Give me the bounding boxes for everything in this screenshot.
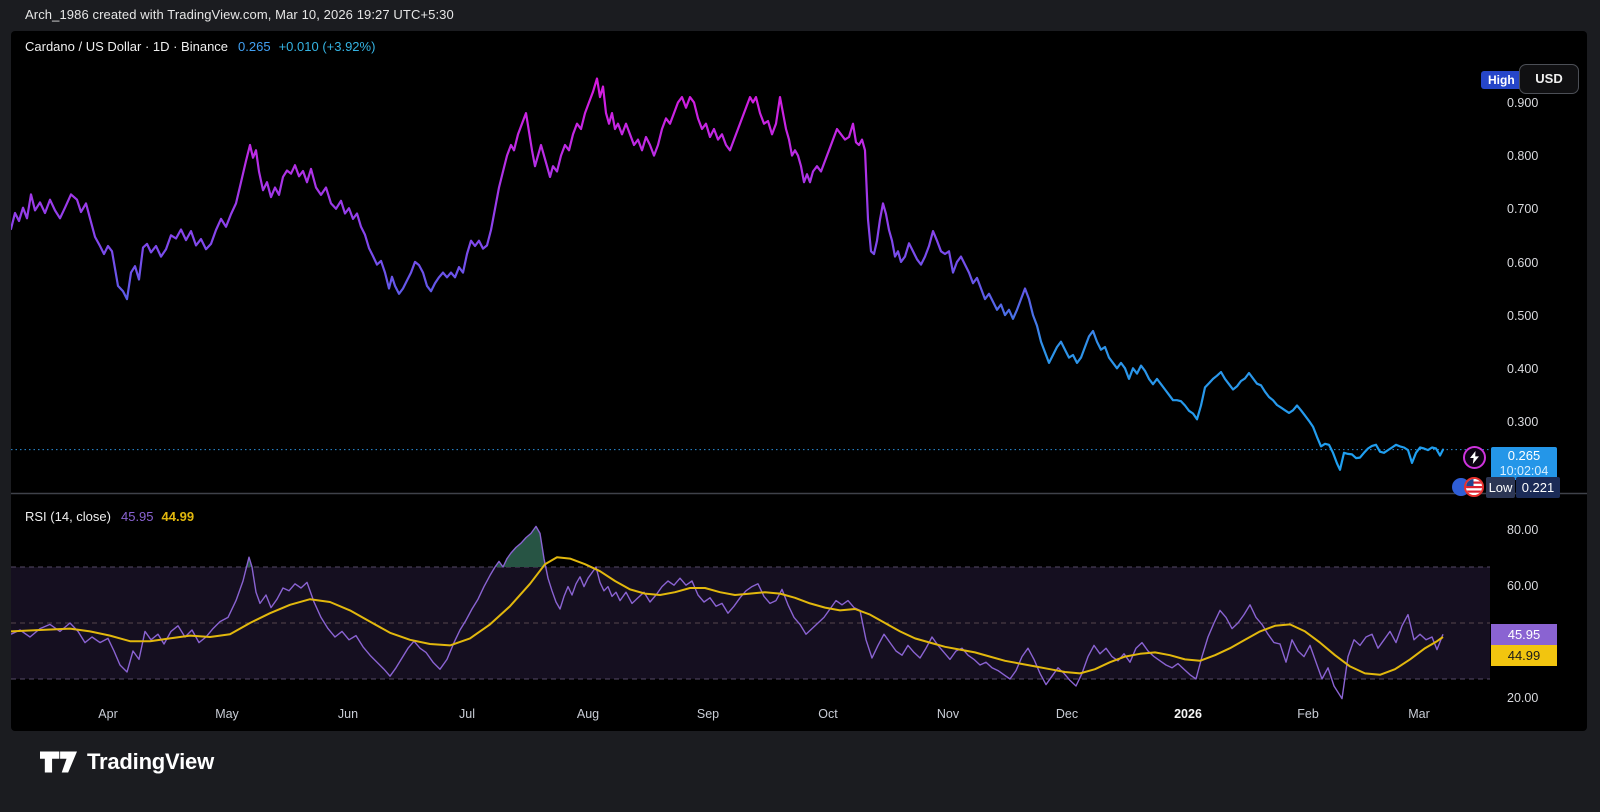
current-price-value: 0.265 bbox=[1491, 447, 1557, 464]
symbol-change: +0.010 (+3.92%) bbox=[279, 39, 376, 54]
time-tick-label: Sep bbox=[697, 707, 719, 721]
time-tick-label: Jun bbox=[338, 707, 358, 721]
price-line-series bbox=[11, 79, 1443, 470]
symbol-last-price: 0.265 bbox=[238, 39, 271, 54]
day-low-label: Low bbox=[1486, 477, 1515, 498]
time-tick-label: May bbox=[215, 707, 239, 721]
time-tick-label: Nov bbox=[937, 707, 959, 721]
currency-toggle-button[interactable]: USD bbox=[1519, 64, 1579, 94]
price-tick-label: 0.400 bbox=[1507, 362, 1538, 376]
attribution-bar: Arch_1986 created with TradingView.com, … bbox=[0, 0, 1600, 31]
time-tick-label: 2026 bbox=[1174, 707, 1202, 721]
price-tick-label: 0.900 bbox=[1507, 96, 1538, 110]
lightning-glyph bbox=[1469, 451, 1480, 464]
rsi-overbought-fill bbox=[247, 526, 597, 567]
price-tick-label: 0.300 bbox=[1507, 415, 1538, 429]
time-tick-label: Feb bbox=[1297, 707, 1319, 721]
rsi-ma-value: 44.99 bbox=[162, 509, 195, 524]
rsi-tick-label: 60.00 bbox=[1507, 579, 1538, 593]
time-tick-label: Apr bbox=[98, 707, 117, 721]
rsi-indicator-title[interactable]: RSI (14, close) bbox=[25, 509, 111, 524]
time-tick-label: Oct bbox=[818, 707, 837, 721]
time-tick-label: Dec bbox=[1056, 707, 1078, 721]
rsi-legend: RSI (14, close) 45.95 44.99 bbox=[25, 509, 194, 524]
price-tick-label: 0.800 bbox=[1507, 149, 1538, 163]
time-tick-label: Mar bbox=[1408, 707, 1430, 721]
rsi-tick-label: 80.00 bbox=[1507, 523, 1538, 537]
symbol-legend: Cardano / US Dollar · 1D · Binance 0.265 +… bbox=[25, 39, 375, 54]
rsi-tick-label: 20.00 bbox=[1507, 691, 1538, 705]
us-flag-event-icon[interactable] bbox=[1464, 477, 1484, 497]
time-tick-label: Jul bbox=[459, 707, 475, 721]
attribution-text: Arch_1986 created with TradingView.com, … bbox=[25, 7, 454, 22]
time-tick-label: Aug bbox=[577, 707, 599, 721]
day-low-value: 0.221 bbox=[1516, 477, 1560, 498]
price-tick-label: 0.700 bbox=[1507, 202, 1538, 216]
tradingview-logo-text: TradingView bbox=[87, 749, 214, 775]
rsi-axis-badge: 45.95 bbox=[1491, 624, 1557, 645]
tradingview-logo[interactable]: TradingView bbox=[40, 745, 214, 779]
current-price-label[interactable]: 0.265 10:02:04 bbox=[1491, 447, 1557, 480]
price-tick-label: 0.600 bbox=[1507, 256, 1538, 270]
tradingview-logo-mark bbox=[40, 745, 77, 779]
tradingview-published-chart: Arch_1986 created with TradingView.com, … bbox=[0, 0, 1600, 812]
crypto-event-lightning-icon[interactable] bbox=[1463, 446, 1486, 469]
bottom-bar: TradingView bbox=[0, 731, 1600, 812]
chart-frame: Cardano / US Dollar · 1D · Binance 0.265 +… bbox=[11, 31, 1587, 731]
price-tick-label: 0.500 bbox=[1507, 309, 1538, 323]
chart-canvas[interactable] bbox=[11, 31, 1587, 731]
rsi-value: 45.95 bbox=[121, 509, 154, 524]
day-high-badge: High bbox=[1481, 71, 1522, 89]
us-flag-glyph bbox=[1466, 479, 1482, 495]
rsi-ma-axis-badge: 44.99 bbox=[1491, 645, 1557, 666]
symbol-title[interactable]: Cardano / US Dollar · 1D · Binance bbox=[25, 39, 228, 54]
